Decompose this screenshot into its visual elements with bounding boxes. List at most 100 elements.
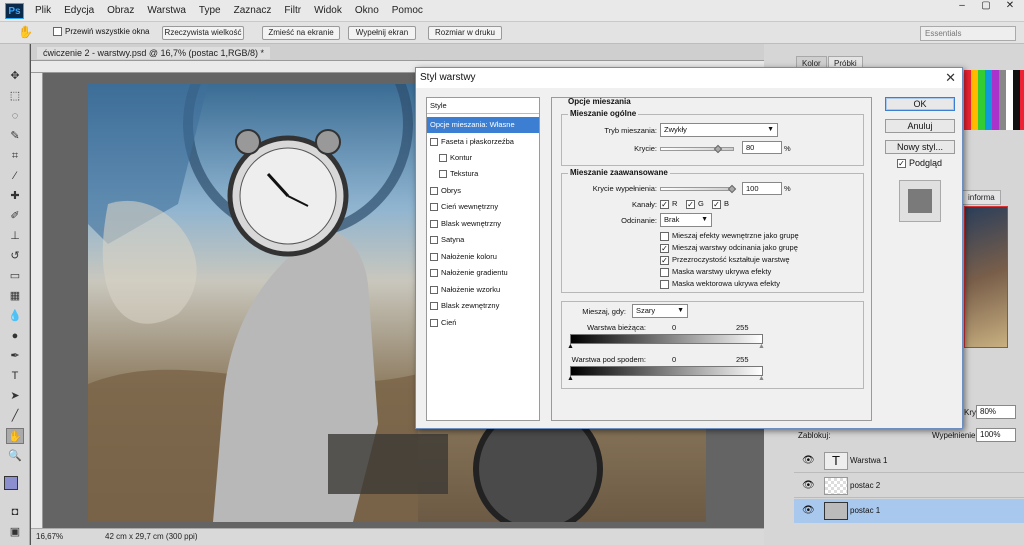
channel-b-checkbox[interactable]: ✓ B	[712, 199, 729, 209]
slider-handle-icon[interactable]: ▲	[567, 343, 574, 350]
quick-mask-icon[interactable]: ◘	[6, 504, 24, 520]
cancel-button[interactable]: Anuluj	[885, 119, 955, 133]
swatches-grid[interactable]	[964, 70, 1024, 130]
checkbox-icon[interactable]	[430, 286, 438, 295]
lasso-tool-icon[interactable]: ◌	[6, 108, 24, 124]
screen-mode-icon[interactable]: ▣	[6, 524, 24, 540]
fit-screen-button[interactable]: Zmieść na ekranie	[262, 26, 340, 40]
foreground-color-swatch[interactable]	[4, 476, 18, 490]
slider-handle-icon[interactable]: ▲	[758, 375, 765, 382]
crop-tool-icon[interactable]: ⌗	[6, 148, 24, 164]
actual-pixels-button[interactable]: Rzeczywista wielkość	[162, 26, 244, 40]
eye-icon[interactable]: 👁	[802, 505, 815, 516]
checkmark-icon[interactable]: ✓	[712, 199, 721, 209]
style-contour[interactable]: Kontur	[427, 150, 539, 166]
blur-tool-icon[interactable]: 💧	[6, 308, 24, 324]
opacity-slider-handle[interactable]	[713, 144, 722, 154]
checkmark-icon[interactable]: ✓	[686, 199, 695, 209]
menu-filtr[interactable]: Filtr	[284, 5, 308, 16]
marquee-tool-icon[interactable]: ⬚	[6, 88, 24, 104]
style-texture[interactable]: Tekstura	[427, 166, 539, 182]
checkbox-icon[interactable]	[430, 319, 438, 328]
history-brush-tool-icon[interactable]: ↺	[6, 248, 24, 264]
style-stroke[interactable]: Obrys	[427, 183, 539, 199]
style-drop-shadow[interactable]: Cień	[427, 315, 539, 331]
brush-tool-icon[interactable]: ✐	[6, 208, 24, 224]
channel-r-checkbox[interactable]: ✓ R	[660, 199, 677, 209]
blend-interior-effects-checkbox[interactable]: Mieszaj efekty wewnętrzne jako grupę	[660, 231, 799, 241]
fill-opacity-slider-handle[interactable]	[727, 184, 737, 194]
checkbox-icon[interactable]	[660, 267, 669, 277]
minimize-button[interactable]: –	[952, 0, 972, 14]
checkbox-icon[interactable]	[430, 203, 438, 212]
hand-tool-icon[interactable]: ✋	[6, 428, 24, 444]
eye-icon[interactable]: 👁	[802, 455, 815, 466]
zoom-tool-icon[interactable]: 🔍	[6, 448, 24, 464]
checkbox-icon[interactable]	[439, 170, 447, 179]
style-inner-shadow[interactable]: Cień wewnętrzny	[427, 199, 539, 215]
menu-okno[interactable]: Okno	[355, 5, 386, 16]
move-tool-icon[interactable]: ✥	[6, 68, 24, 84]
styles-header[interactable]: Style	[427, 98, 539, 114]
eyedropper-tool-icon[interactable]: ⁄	[6, 168, 24, 184]
checkmark-icon[interactable]: ✓	[660, 243, 669, 253]
line-tool-icon[interactable]: ╱	[6, 408, 24, 424]
checkmark-icon[interactable]: ✓	[897, 159, 906, 169]
menu-pomoc[interactable]: Pomoc	[392, 5, 430, 16]
checkbox-icon[interactable]	[430, 302, 438, 311]
path-select-tool-icon[interactable]: ➤	[6, 388, 24, 404]
checkbox-icon[interactable]	[53, 27, 62, 37]
type-tool-icon[interactable]: T	[6, 368, 24, 384]
checkbox-icon[interactable]	[430, 253, 438, 262]
healing-tool-icon[interactable]: ✚	[6, 188, 24, 204]
checkbox-icon[interactable]	[430, 236, 438, 245]
fill-screen-button[interactable]: Wypełnij ekran	[348, 26, 416, 40]
slider-handle-icon[interactable]: ▲	[758, 343, 765, 350]
style-gradient-overlay[interactable]: Nałożenie gradientu	[427, 265, 539, 281]
preview-checkbox[interactable]: ✓ Podgląd	[897, 159, 942, 169]
style-inner-glow[interactable]: Blask wewnętrzny	[427, 216, 539, 232]
new-style-button[interactable]: Nowy styl...	[885, 140, 955, 154]
maximize-button[interactable]: ▢	[976, 0, 996, 14]
this-layer-gradient-slider[interactable]	[570, 334, 763, 344]
print-size-button[interactable]: Rozmiar w druku	[428, 26, 502, 40]
layer-row-selected[interactable]: 👁 postac 1	[794, 499, 1024, 523]
transparency-shapes-layer-checkbox[interactable]: ✓ Przezroczystość kształtuje warstwę	[660, 255, 790, 265]
tab-info[interactable]: informa	[962, 190, 1001, 205]
ok-button[interactable]: OK	[885, 97, 955, 111]
checkbox-icon[interactable]	[439, 154, 447, 163]
checkbox-icon[interactable]	[660, 279, 669, 289]
stamp-tool-icon[interactable]: ⊥	[6, 228, 24, 244]
layer-mask-hides-effects-checkbox[interactable]: Maska warstwy ukrywa efekty	[660, 267, 771, 277]
style-pattern-overlay[interactable]: Nałożenie wzorku	[427, 282, 539, 298]
style-outer-glow[interactable]: Blask zewnętrzny	[427, 298, 539, 314]
vector-mask-hides-effects-checkbox[interactable]: Maska wektorowa ukrywa efekty	[660, 279, 780, 289]
channel-g-checkbox[interactable]: ✓ G	[686, 199, 704, 209]
style-blending-options[interactable]: Opcje mieszania: Własne	[427, 117, 539, 133]
fill-opacity-slider[interactable]	[660, 184, 737, 194]
workspace-select[interactable]: Essentials	[920, 26, 1016, 41]
layer-row[interactable]: 👁 postac 2	[794, 474, 1024, 498]
style-bevel-emboss[interactable]: Faseta i płaskorzeźba	[427, 134, 539, 150]
blend-clipped-layers-checkbox[interactable]: ✓ Mieszaj warstwy odcinania jako grupę	[660, 243, 798, 253]
underlying-layer-gradient-slider[interactable]	[570, 366, 763, 376]
close-window-button[interactable]: ✕	[1000, 0, 1020, 14]
menu-warstwa[interactable]: Warstwa	[147, 5, 193, 16]
blend-mode-select[interactable]: Zwykły ▼	[660, 123, 778, 137]
layer-row[interactable]: 👁 T Warstwa 1	[794, 449, 1024, 473]
close-icon[interactable]: ✕	[945, 70, 956, 86]
layer-opacity-field[interactable]: 80%	[976, 405, 1016, 419]
checkbox-icon[interactable]	[430, 187, 438, 196]
eraser-tool-icon[interactable]: ▭	[6, 268, 24, 284]
checkbox-icon[interactable]	[660, 231, 669, 241]
gradient-tool-icon[interactable]: ▦	[6, 288, 24, 304]
opacity-input[interactable]: 80	[742, 141, 782, 154]
slider-handle-icon[interactable]: ▲	[567, 375, 574, 382]
quick-select-tool-icon[interactable]: ✎	[6, 128, 24, 144]
scroll-all-windows-option[interactable]: Przewiń wszystkie okna	[53, 27, 149, 37]
dodge-tool-icon[interactable]: ●	[6, 328, 24, 344]
menu-widok[interactable]: Widok	[314, 5, 349, 16]
checkbox-icon[interactable]	[430, 220, 438, 229]
menu-plik[interactable]: Plik	[35, 5, 58, 16]
fill-opacity-input[interactable]: 100	[742, 182, 782, 195]
